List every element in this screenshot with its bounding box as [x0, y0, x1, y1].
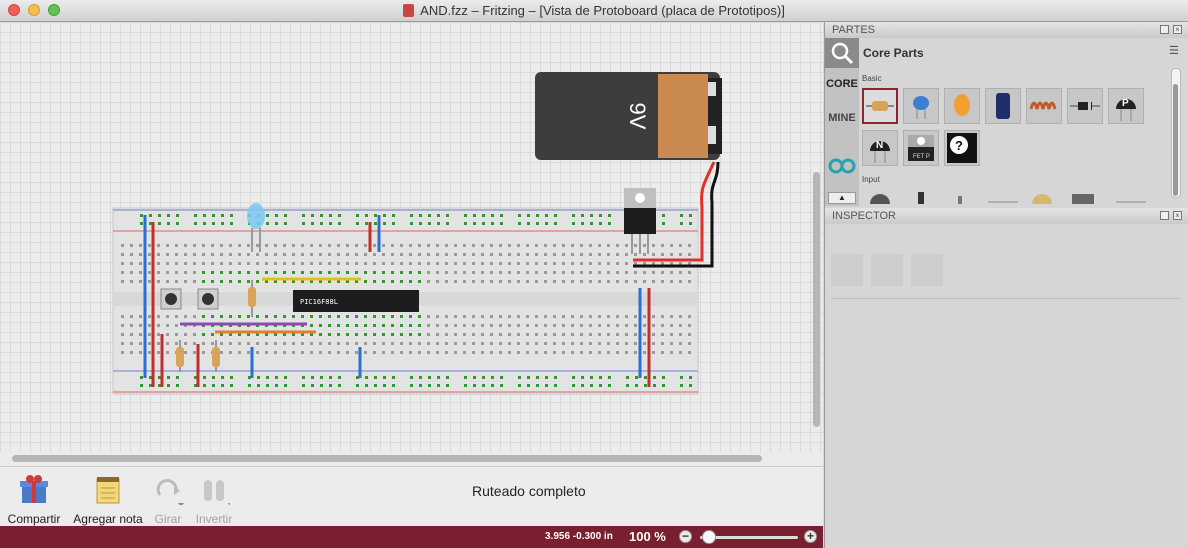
category-basic: Basic	[862, 74, 882, 83]
status-bar: 3.956 -0.300 in 100 % − +	[0, 526, 823, 548]
breadboard-scene[interactable]: 9V PIC16F88L	[0, 22, 823, 452]
inspector-title: INSPECTOR	[832, 210, 896, 222]
flip-button[interactable]: Invertir	[192, 473, 236, 526]
parts-bin-tabs: CORE MINE ▲	[825, 38, 859, 206]
input-parts-row[interactable]	[862, 188, 1162, 204]
svg-text:N: N	[876, 140, 883, 151]
resistor-icon[interactable]	[862, 88, 898, 124]
share-label: Compartir	[7, 512, 61, 526]
document-icon	[403, 4, 415, 17]
mystery-part-icon[interactable]: ?	[944, 130, 980, 166]
pic-chip[interactable]: PIC16F88L	[293, 290, 419, 312]
ceramic-capacitor-icon[interactable]	[903, 88, 939, 124]
tab-mine[interactable]: MINE	[825, 112, 859, 124]
gift-icon	[20, 475, 48, 503]
add-note-label: Agregar nota	[73, 512, 143, 526]
tantalum-capacitor-icon[interactable]	[944, 88, 980, 124]
cursor-coordinates: 3.956 -0.300 in	[545, 531, 613, 542]
pnp-transistor-icon[interactable]: P	[1108, 88, 1144, 124]
chip-label: PIC16F88L	[300, 298, 338, 306]
fet-label: FET P	[913, 154, 930, 160]
canvas-horizontal-scrollbar[interactable]	[12, 455, 762, 462]
fet-transistor-icon[interactable]: FET P	[903, 130, 939, 166]
inspector-close-icon[interactable]: ×	[1173, 211, 1182, 220]
share-button[interactable]: Compartir	[6, 473, 62, 526]
add-note-button[interactable]: Agregar nota	[72, 473, 144, 526]
battery-9v[interactable]: 9V	[535, 72, 722, 160]
parts-bin-scrollbar-thumb[interactable]	[1173, 84, 1178, 196]
inspector-divider	[831, 298, 1181, 299]
note-icon	[96, 477, 120, 504]
inspector-panel-header: INSPECTOR ×	[825, 208, 1188, 224]
diode-icon[interactable]	[1067, 88, 1103, 124]
canvas-vertical-scrollbar[interactable]	[813, 172, 820, 427]
inductor-icon[interactable]	[1026, 88, 1062, 124]
inspector-breadboard-view-placeholder	[831, 254, 863, 286]
tab-core[interactable]: CORE	[825, 78, 859, 90]
window-title: AND.fzz – Fritzing – [Vista de Protoboar…	[0, 3, 1188, 18]
zoom-slider-knob[interactable]	[702, 530, 716, 544]
mystery-label: ?	[955, 138, 963, 153]
scroll-up-icon[interactable]: ▲	[828, 192, 856, 204]
undock-icon[interactable]	[1160, 25, 1169, 34]
bin-title: Core Parts	[863, 46, 924, 60]
parts-bin: Core Parts ☰ Basic P N FET P ? Input	[859, 38, 1188, 206]
search-icon[interactable]	[825, 38, 859, 68]
title-bar: AND.fzz – Fritzing – [Vista de Protoboar…	[0, 0, 1188, 22]
bottom-toolbar: Compartir Agregar nota Girar Invertir Ru…	[0, 466, 823, 526]
breadboard-canvas[interactable]: 9V PIC16F88L	[0, 22, 823, 452]
parts-panel-header: PARTES ×	[825, 22, 1188, 38]
category-input: Input	[862, 175, 880, 184]
battery-label: 9V	[625, 103, 650, 130]
pushbutton-2[interactable]	[197, 288, 219, 310]
pushbutton-1[interactable]	[160, 288, 182, 310]
parts-panel-title: PARTES	[832, 24, 875, 36]
zoom-out-button[interactable]: −	[679, 530, 692, 543]
rotate-icon	[156, 479, 184, 507]
flip-icon	[204, 480, 234, 507]
inspector-undock-icon[interactable]	[1160, 211, 1169, 220]
zoom-level[interactable]: 100 %	[629, 529, 666, 544]
routing-status: Ruteado completo	[472, 483, 586, 499]
rotate-button[interactable]: Girar	[150, 473, 186, 526]
zoom-in-button[interactable]: +	[804, 530, 817, 543]
flip-label: Invertir	[195, 512, 233, 526]
svg-text:P: P	[1122, 98, 1129, 109]
rotate-label: Girar	[154, 512, 182, 526]
inspector-pcb-view-placeholder	[911, 254, 943, 286]
arduino-bin-icon[interactable]	[825, 156, 859, 176]
inspector-schematic-view-placeholder	[871, 254, 903, 286]
electrolytic-capacitor-icon[interactable]	[985, 88, 1021, 124]
close-panel-icon[interactable]: ×	[1173, 25, 1182, 34]
npn-transistor-icon[interactable]: N	[862, 130, 898, 166]
right-dock: PARTES × CORE MINE ▲ Core Parts ☰ Basic	[824, 22, 1188, 548]
bin-menu-icon[interactable]: ☰	[1169, 44, 1179, 57]
